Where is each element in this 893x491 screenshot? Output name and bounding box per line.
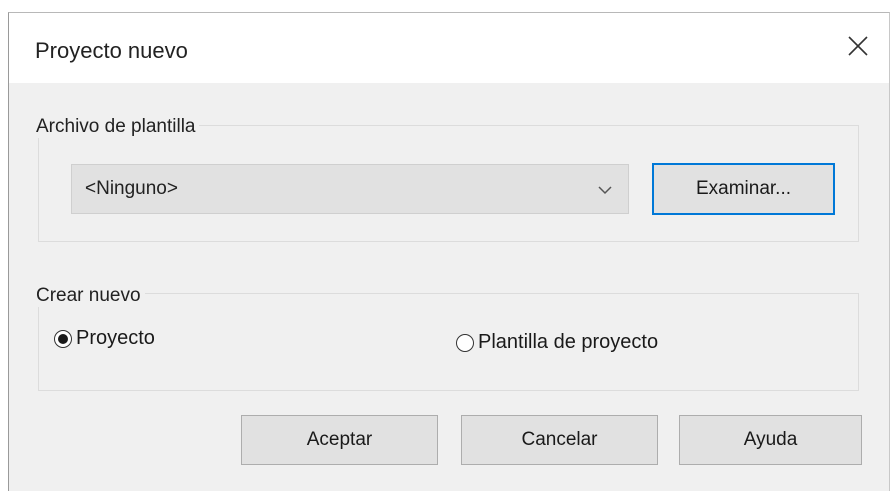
radio-project-template[interactable]: Plantilla de proyecto: [456, 331, 658, 354]
radio-project-template-label: Plantilla de proyecto: [478, 331, 659, 353]
close-button[interactable]: [827, 13, 889, 83]
radio-project-label: Proyecto: [76, 327, 155, 349]
help-button-label: Ayuda: [743, 429, 798, 450]
cancel-button[interactable]: Cancelar: [461, 415, 658, 465]
close-icon: [847, 35, 869, 62]
template-file-combo[interactable]: <Ninguno>: [71, 164, 629, 214]
cancel-button-label: Cancelar: [521, 429, 598, 450]
ok-button-label: Aceptar: [306, 429, 373, 450]
browse-button-label: Examinar...: [695, 178, 792, 199]
title-bar: Proyecto nuevo: [9, 13, 889, 83]
radio-project-dot: [58, 333, 68, 344]
radio-project[interactable]: Proyecto: [54, 327, 155, 350]
radio-project-circle: [54, 329, 72, 348]
browse-button[interactable]: Examinar...: [652, 163, 835, 215]
template-file-combo-value: <Ninguno>: [85, 178, 178, 199]
ok-button[interactable]: Aceptar: [241, 415, 438, 465]
radio-project-template-circle: [456, 333, 474, 352]
chevron-down-icon: [596, 181, 614, 199]
new-project-dialog: Proyecto nuevo Archivo de plantilla <Nin…: [8, 12, 890, 491]
create-new-group-label: Crear nuevo: [36, 285, 145, 307]
create-new-group: [38, 293, 859, 391]
template-file-group-label: Archivo de plantilla: [36, 116, 200, 138]
help-button[interactable]: Ayuda: [679, 415, 862, 465]
dialog-title: Proyecto nuevo: [35, 38, 188, 63]
